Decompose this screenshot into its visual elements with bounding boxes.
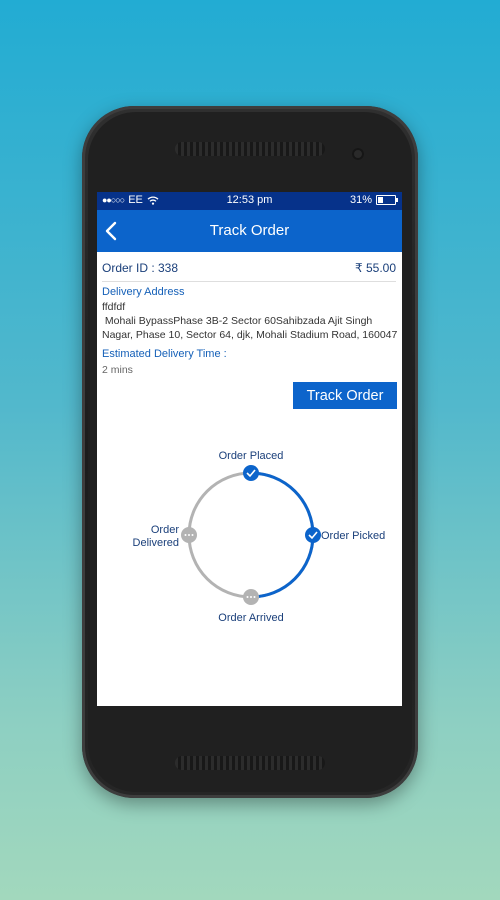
stage-label-picked: Order Picked: [321, 530, 386, 542]
order-summary-row: Order ID : 338 ₹ 55.00: [102, 261, 396, 275]
estimated-time-value: 2 mins: [102, 364, 133, 376]
stage-label-delivered-line2: Delivered: [132, 537, 179, 549]
order-id: Order ID : 338: [102, 261, 179, 275]
more-dots-icon: [184, 534, 187, 536]
battery-icon: [376, 195, 398, 205]
stage-delivered-node: [181, 527, 197, 543]
track-order-button[interactable]: Track Order: [293, 382, 397, 409]
more-dots-icon: [246, 596, 249, 598]
estimated-time-label: Estimated Delivery Time :: [102, 348, 227, 360]
divider: [102, 281, 396, 282]
status-right: 31%: [349, 194, 398, 206]
stage-picked-node: [305, 527, 321, 543]
delivery-address-label: Delivery Address: [102, 286, 185, 298]
address-line-1: Mohali BypassPhase 3B-2 Sector 60Sahibza…: [102, 315, 373, 327]
stage-label-delivered-line1: Order: [150, 524, 179, 536]
status-bar: ●●○○○ EE 12:53 pm 31%: [97, 192, 402, 210]
order-progress-tracker: Order Placed Order Picked Order Arrived …: [97, 442, 402, 632]
address-name: ffdfdf: [102, 301, 126, 313]
top-speaker-grille: [175, 142, 325, 156]
stage-arrived-node: [243, 589, 259, 605]
front-camera: [352, 148, 364, 160]
bottom-speaker-grille: [175, 756, 325, 770]
battery-percent: 31%: [349, 194, 372, 206]
page-title: Track Order: [209, 222, 290, 239]
app-screen: ●●○○○ EE 12:53 pm 31% Track Order Order …: [97, 192, 402, 706]
progress-arc: [250, 471, 315, 599]
stage-label-arrived: Order Arrived: [218, 612, 284, 624]
app-bar: Track Order: [97, 210, 402, 252]
stage-label-placed: Order Placed: [218, 450, 284, 462]
order-amount: ₹ 55.00: [355, 261, 396, 275]
address-line-2: Nagar, Phase 10, Sector 64, djk, Mohali …: [102, 329, 398, 341]
stage-placed-node: [243, 465, 259, 481]
stage-label-delivered: Order Delivered: [119, 524, 179, 550]
